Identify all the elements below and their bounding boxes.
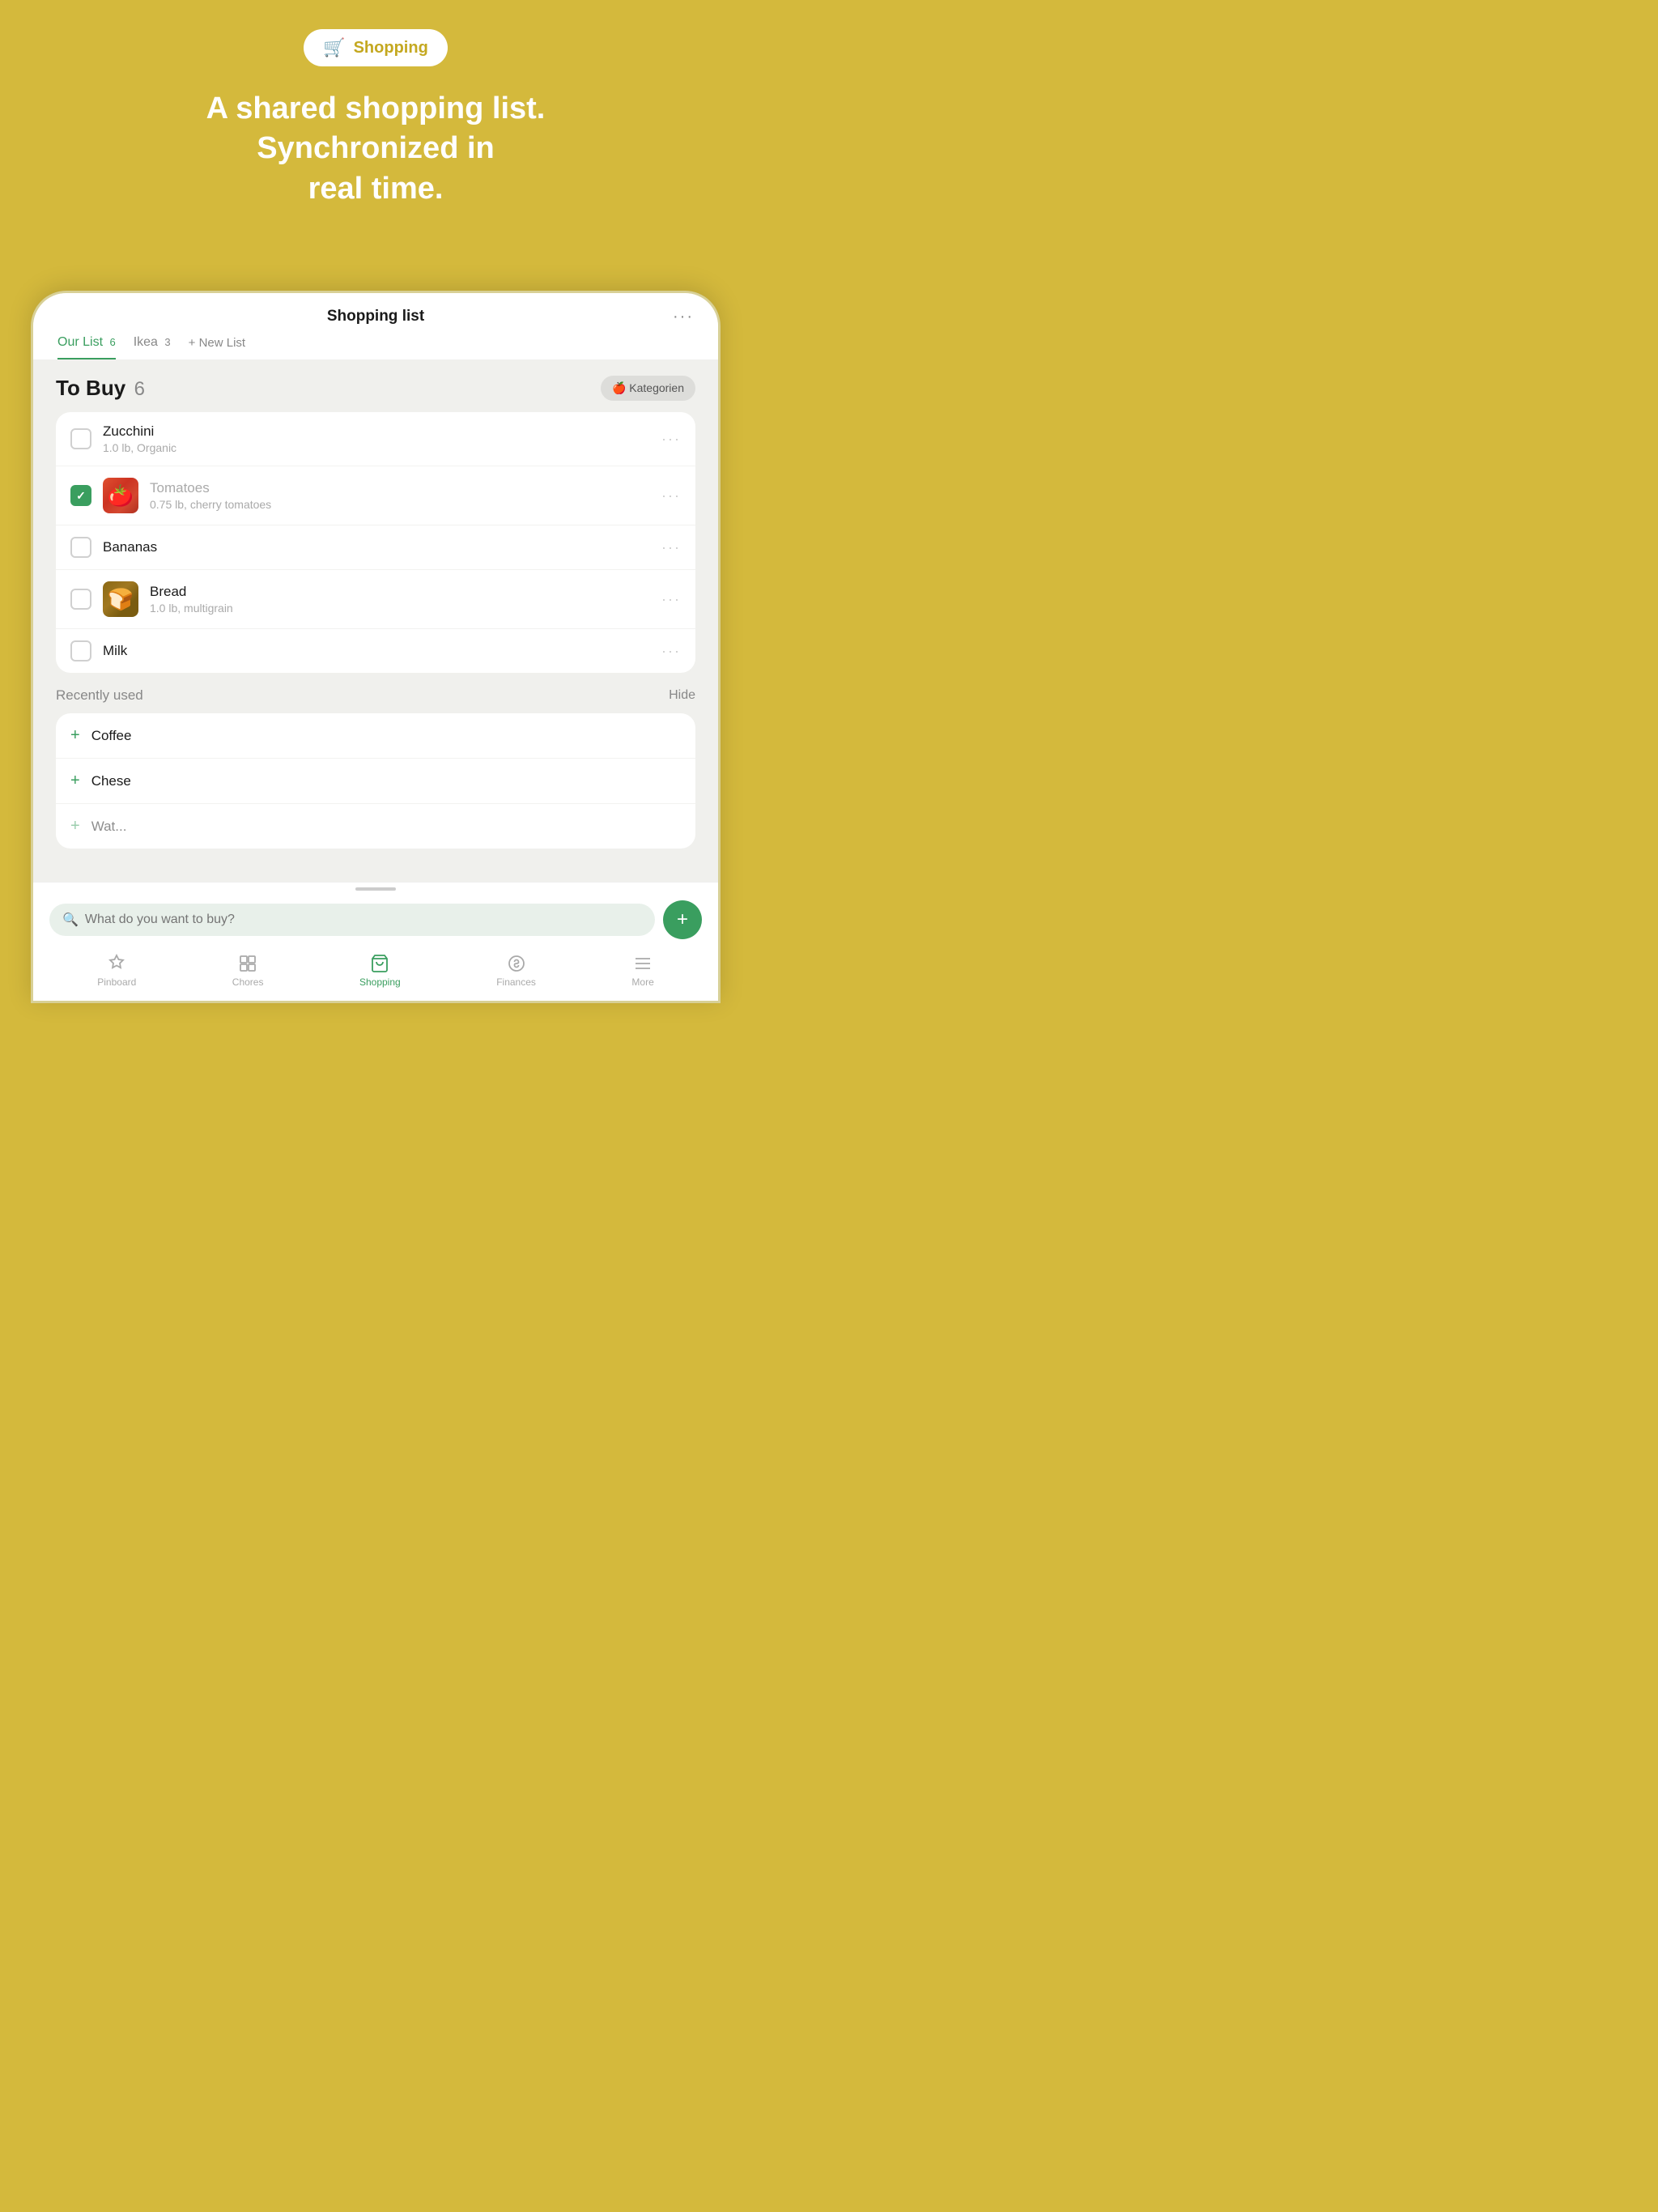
item-more-dots[interactable]: ··· bbox=[661, 539, 681, 556]
to-buy-title: To Buy bbox=[56, 376, 125, 400]
recently-item-coffee[interactable]: + Coffee bbox=[56, 713, 695, 759]
item-name: Bread bbox=[150, 584, 650, 600]
bottom-nav: Pinboard Chores Shopping bbox=[49, 947, 702, 993]
item-more-dots[interactable]: ··· bbox=[661, 487, 681, 504]
bottom-bar: 🔍 + Pinboard Chores bbox=[33, 882, 718, 1001]
nav-label-shopping: Shopping bbox=[359, 976, 401, 988]
item-detail: 1.0 lb, multigrain bbox=[150, 602, 650, 615]
nav-item-pinboard[interactable]: Pinboard bbox=[89, 951, 144, 991]
hero-section: 🛒 Shopping A shared shopping list.Synchr… bbox=[0, 0, 751, 209]
checkbox-milk[interactable] bbox=[70, 640, 91, 661]
bread-thumb: 🍞 bbox=[103, 581, 138, 617]
item-info-bread: Bread 1.0 lb, multigrain bbox=[150, 584, 650, 615]
kategorien-label: 🍎 Kategorien bbox=[612, 381, 684, 395]
app-header: Shopping list ··· Our List 6 Ikea 3 + Ne… bbox=[33, 293, 718, 359]
more-icon bbox=[633, 954, 653, 973]
shopping-icon bbox=[370, 954, 389, 973]
app-title: Shopping list bbox=[327, 308, 424, 325]
item-name: Bananas bbox=[103, 539, 650, 555]
item-name: Zucchini bbox=[103, 423, 650, 440]
nav-item-more[interactable]: More bbox=[623, 951, 661, 991]
search-icon: 🔍 bbox=[62, 912, 79, 928]
item-info-zucchini: Zucchini 1.0 lb, Organic bbox=[103, 423, 650, 454]
more-dots-button[interactable]: ··· bbox=[673, 308, 694, 326]
item-more-dots[interactable]: ··· bbox=[661, 431, 681, 448]
tab-ikea[interactable]: Ikea 3 bbox=[134, 335, 171, 359]
tab-new-list[interactable]: + New List bbox=[189, 336, 245, 359]
to-buy-count: 6 bbox=[134, 378, 145, 400]
recently-used-header: Recently used Hide bbox=[56, 687, 695, 704]
checkbox-tomatoes[interactable]: ✓ bbox=[70, 485, 91, 506]
search-row: 🔍 + bbox=[49, 891, 702, 947]
hero-text: A shared shopping list.Synchronized inre… bbox=[206, 89, 546, 209]
plus-icon: + bbox=[70, 817, 80, 836]
nav-label-more: More bbox=[631, 976, 653, 988]
list-item[interactable]: 🍞 Bread 1.0 lb, multigrain ··· bbox=[56, 570, 695, 629]
kategorien-button[interactable]: 🍎 Kategorien bbox=[601, 376, 695, 401]
item-info-tomatoes: Tomatoes 0.75 lb, cherry tomatoes bbox=[150, 480, 650, 511]
device-frame: Shopping list ··· Our List 6 Ikea 3 + Ne… bbox=[31, 291, 721, 1003]
recently-item-name: Wat... bbox=[91, 819, 127, 835]
item-detail: 1.0 lb, Organic bbox=[103, 441, 650, 454]
search-wrapper: 🔍 bbox=[49, 904, 655, 936]
checkbox-zucchini[interactable] bbox=[70, 428, 91, 449]
nav-label-chores: Chores bbox=[232, 976, 264, 988]
item-more-dots[interactable]: ··· bbox=[661, 591, 681, 608]
item-name: Tomatoes bbox=[150, 480, 650, 496]
item-info-milk: Milk bbox=[103, 643, 650, 659]
header-top: Shopping list ··· bbox=[57, 308, 694, 335]
list-item[interactable]: Bananas ··· bbox=[56, 525, 695, 570]
checkbox-bananas[interactable] bbox=[70, 537, 91, 558]
pinboard-icon bbox=[107, 954, 126, 973]
list-item[interactable]: Milk ··· bbox=[56, 629, 695, 673]
cart-icon: 🛒 bbox=[323, 37, 345, 58]
recently-used-card: + Coffee + Chese + Wat... bbox=[56, 713, 695, 849]
item-info-bananas: Bananas bbox=[103, 539, 650, 555]
add-item-button[interactable]: + bbox=[663, 900, 702, 939]
tab-our-list[interactable]: Our List 6 bbox=[57, 335, 116, 359]
item-more-dots[interactable]: ··· bbox=[661, 643, 681, 660]
tabs-row: Our List 6 Ikea 3 + New List bbox=[57, 335, 694, 359]
recently-item-wat[interactable]: + Wat... bbox=[56, 804, 695, 849]
nav-item-shopping[interactable]: Shopping bbox=[351, 951, 409, 991]
item-detail: 0.75 lb, cherry tomatoes bbox=[150, 498, 650, 511]
recently-title: Recently used bbox=[56, 687, 143, 704]
to-buy-title-group: To Buy 6 bbox=[56, 376, 145, 401]
checkbox-bread[interactable] bbox=[70, 589, 91, 610]
recently-item-chese[interactable]: + Chese bbox=[56, 759, 695, 804]
list-item[interactable]: ✓ 🍅 Tomatoes 0.75 lb, cherry tomatoes ··… bbox=[56, 466, 695, 525]
chores-icon bbox=[238, 954, 257, 973]
plus-icon: + bbox=[70, 726, 80, 745]
tomatoes-thumb: 🍅 bbox=[103, 478, 138, 513]
nav-label-pinboard: Pinboard bbox=[97, 976, 136, 988]
app-badge: 🛒 Shopping bbox=[304, 29, 448, 66]
nav-item-finances[interactable]: Finances bbox=[488, 951, 544, 991]
checkmark-icon: ✓ bbox=[76, 489, 86, 503]
item-name: Milk bbox=[103, 643, 650, 659]
recently-item-name: Chese bbox=[91, 773, 131, 789]
nav-label-finances: Finances bbox=[496, 976, 536, 988]
list-item[interactable]: Zucchini 1.0 lb, Organic ··· bbox=[56, 412, 695, 466]
to-buy-header: To Buy 6 🍎 Kategorien bbox=[56, 376, 695, 401]
app-badge-label: Shopping bbox=[354, 39, 428, 57]
shopping-list-card: Zucchini 1.0 lb, Organic ··· ✓ 🍅 Tomatoe… bbox=[56, 412, 695, 673]
recently-item-name: Coffee bbox=[91, 728, 132, 744]
search-input[interactable] bbox=[85, 912, 642, 927]
nav-item-chores[interactable]: Chores bbox=[224, 951, 272, 991]
plus-icon: + bbox=[70, 772, 80, 790]
hide-button[interactable]: Hide bbox=[669, 688, 695, 703]
finances-icon bbox=[507, 954, 526, 973]
